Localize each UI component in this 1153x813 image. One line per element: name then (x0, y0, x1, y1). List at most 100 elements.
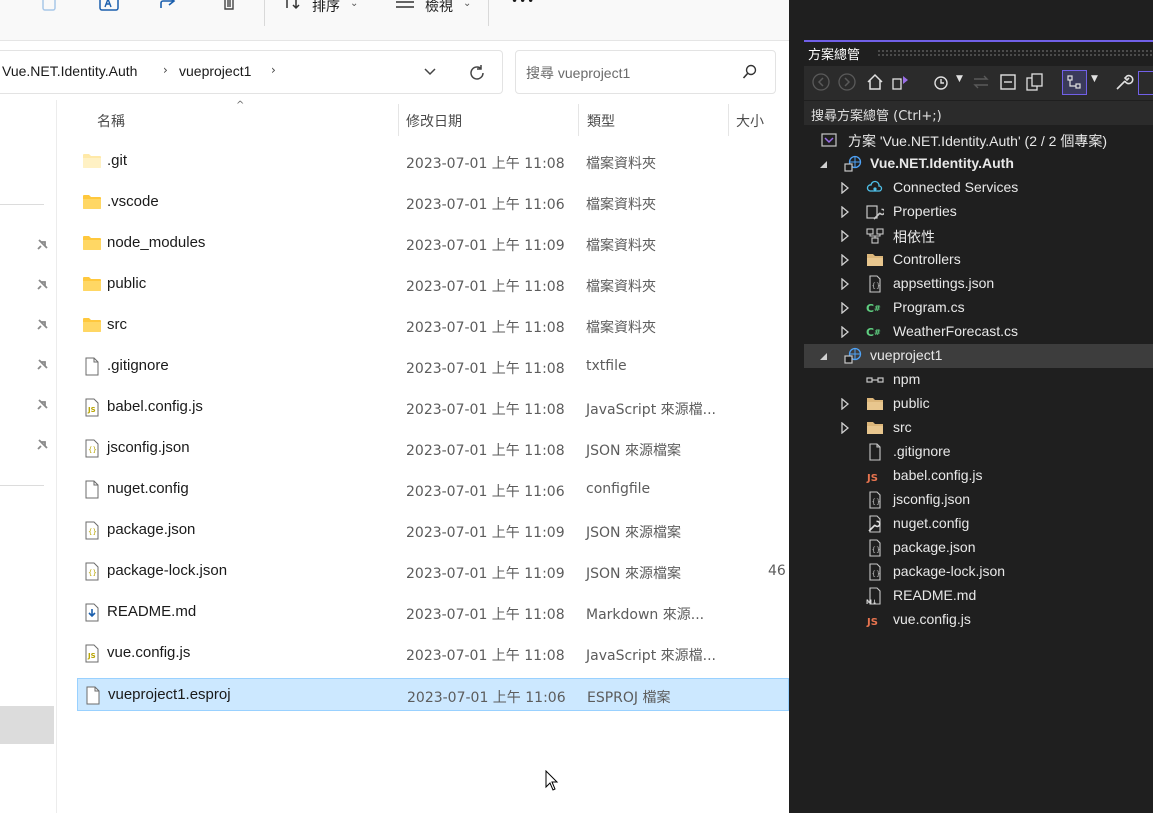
pin-icon[interactable] (36, 239, 48, 251)
file-row[interactable]: node_modules 2023-07-01 上午 11:09 檔案資料夾 (77, 227, 789, 260)
expand-arrow-icon[interactable] (840, 302, 850, 314)
file-row[interactable]: JS babel.config.js 2023-07-01 上午 11:08 Java… (77, 391, 789, 424)
properties-wrench-icon[interactable] (1114, 72, 1134, 92)
search-icon[interactable] (742, 64, 758, 80)
solution-tree-item[interactable]: public (804, 392, 1153, 416)
collapse-arrow-icon[interactable] (818, 350, 828, 362)
solution-tree-item[interactable]: nuget.config (804, 512, 1153, 536)
refresh-icon[interactable] (467, 63, 487, 83)
file-icon (866, 443, 884, 461)
column-header-name[interactable]: 名稱 (97, 111, 125, 131)
solution-tree-item[interactable]: JS vue.config.js (804, 608, 1153, 632)
search-input[interactable]: 搜尋 vueproject1 (526, 63, 630, 83)
solution-search-input[interactable]: 搜尋方案總管 (Ctrl+;) (811, 105, 942, 124)
chevron-right-icon[interactable]: › (271, 63, 276, 77)
svg-text:{}: {} (88, 528, 97, 536)
solution-tree-item[interactable]: src (804, 416, 1153, 440)
expand-arrow-icon[interactable] (840, 278, 850, 290)
solution-tree-item[interactable]: Vue.NET.Identity.Auth (804, 152, 1153, 176)
breadcrumb-vue-net-identity-auth[interactable]: Vue.NET.Identity.Auth (2, 63, 137, 79)
sort-button[interactable]: 排序 (312, 0, 340, 16)
file-row[interactable]: vueproject1.esproj 2023-07-01 上午 11:06 ESP… (77, 678, 789, 711)
address-bar[interactable]: Vue.NET.Identity.Auth › vueproject1 › (0, 50, 503, 94)
solution-tree-item[interactable]: {} package-lock.json (804, 560, 1153, 584)
search-box[interactable]: 搜尋 vueproject1 (515, 50, 776, 94)
panel-title[interactable]: 方案總管 (808, 44, 860, 63)
chevron-down-icon[interactable]: ▼ (1091, 74, 1098, 84)
expand-arrow-icon[interactable] (840, 230, 850, 242)
chevron-down-icon[interactable]: ▼ (956, 74, 963, 84)
file-row[interactable]: {} jsconfig.json 2023-07-01 上午 11:08 JSON 來… (77, 432, 789, 465)
collapse-arrow-icon[interactable] (818, 158, 828, 170)
column-resize-handle[interactable] (398, 104, 399, 136)
solution-tree-item[interactable]: M↓ README.md (804, 584, 1153, 608)
more-options-button[interactable]: ••• (511, 0, 535, 8)
solution-tree-item[interactable]: vueproject1 (804, 344, 1153, 368)
file-row[interactable]: src 2023-07-01 上午 11:08 檔案資料夾 (77, 309, 789, 342)
switch-views-icon[interactable] (891, 72, 911, 92)
file-row[interactable]: JS vue.config.js 2023-07-01 上午 11:08 JavaSc… (77, 637, 789, 670)
connected-services-icon (866, 179, 884, 197)
solution-tree-item[interactable]: C # WeatherForecast.cs (804, 320, 1153, 344)
file-row[interactable]: .vscode 2023-07-01 上午 11:06 檔案資料夾 (77, 186, 789, 219)
expand-arrow-icon[interactable] (840, 182, 850, 194)
pin-icon[interactable] (36, 279, 48, 291)
sort-icon[interactable] (282, 0, 304, 16)
column-resize-handle[interactable] (578, 104, 579, 136)
breadcrumb-vueproject1[interactable]: vueproject1 (179, 63, 251, 79)
solution-tree-item[interactable]: Connected Services (804, 176, 1153, 200)
pending-changes-filter-icon[interactable] (931, 72, 951, 92)
view-button[interactable]: 檢視 (425, 0, 453, 16)
solution-tree-item[interactable]: {} jsconfig.json (804, 488, 1153, 512)
delete-icon[interactable] (218, 0, 240, 16)
show-all-files-icon[interactable] (1025, 72, 1045, 92)
solution-tree-item[interactable]: {} package.json (804, 536, 1153, 560)
solution-tree-item[interactable]: 相依性 (804, 224, 1153, 248)
file-row[interactable]: .git 2023-07-01 上午 11:08 檔案資料夾 (77, 145, 789, 178)
panel-drag-grip[interactable] (877, 49, 1153, 57)
file-row[interactable]: {} package.json 2023-07-01 上午 11:09 JSON 來源… (77, 514, 789, 547)
expand-arrow-icon[interactable] (840, 398, 850, 410)
pin-icon[interactable] (36, 399, 48, 411)
pin-icon[interactable] (36, 439, 48, 451)
column-header-type[interactable]: 類型 (587, 111, 615, 131)
solution-tree-item[interactable]: 方案 'Vue.NET.Identity.Auth' (2 / 2 個專案) (804, 128, 1153, 152)
solution-tree-item[interactable]: {} appsettings.json (804, 272, 1153, 296)
column-header-date[interactable]: 修改日期 (406, 111, 462, 131)
nav-item-selected[interactable] (0, 706, 54, 744)
expand-arrow-icon[interactable] (840, 326, 850, 338)
share-icon[interactable] (158, 0, 180, 16)
expand-arrow-icon[interactable] (840, 422, 850, 434)
column-header-size[interactable]: 大小 (736, 111, 764, 131)
pin-icon[interactable] (36, 319, 48, 331)
file-row[interactable]: README.md 2023-07-01 上午 11:08 Markdown 來源.… (77, 596, 789, 629)
sync-active-document-icon[interactable] (971, 72, 991, 92)
file-row[interactable]: nuget.config 2023-07-01 上午 11:06 configfil… (77, 473, 789, 506)
expand-arrow-icon[interactable] (840, 206, 850, 218)
back-icon[interactable] (811, 72, 831, 92)
solution-tree-item[interactable]: JS babel.config.js (804, 464, 1153, 488)
file-row[interactable]: {} package-lock.json 2023-07-01 上午 11:09 JS… (77, 555, 789, 588)
copy-icon[interactable] (38, 0, 60, 16)
pin-icon[interactable] (36, 359, 48, 371)
solution-search-box[interactable]: 搜尋方案總管 (Ctrl+;) (804, 101, 1153, 125)
column-resize-handle[interactable] (728, 104, 729, 136)
tree-view-toggle-button[interactable] (1062, 70, 1087, 95)
preview-selected-items-button[interactable] (1138, 71, 1153, 95)
file-row[interactable]: public 2023-07-01 上午 11:08 檔案資料夾 (77, 268, 789, 301)
file-row[interactable]: .gitignore 2023-07-01 上午 11:08 txtfile (77, 350, 789, 383)
solution-tree-item[interactable]: Controllers (804, 248, 1153, 272)
solution-tree-item[interactable]: C # Program.cs (804, 296, 1153, 320)
rename-icon[interactable] (98, 0, 120, 16)
solution-tree-item[interactable]: npm (804, 368, 1153, 392)
solution-tree-item[interactable]: Properties (804, 200, 1153, 224)
markdown-file-icon (82, 603, 102, 622)
history-dropdown-icon[interactable] (423, 67, 437, 77)
home-icon[interactable] (865, 72, 885, 92)
forward-icon[interactable] (837, 72, 857, 92)
collapse-all-icon[interactable] (998, 72, 1018, 92)
view-icon[interactable] (394, 0, 416, 16)
solution-tree-item[interactable]: .gitignore (804, 440, 1153, 464)
chevron-right-icon[interactable]: › (163, 63, 168, 77)
expand-arrow-icon[interactable] (840, 254, 850, 266)
